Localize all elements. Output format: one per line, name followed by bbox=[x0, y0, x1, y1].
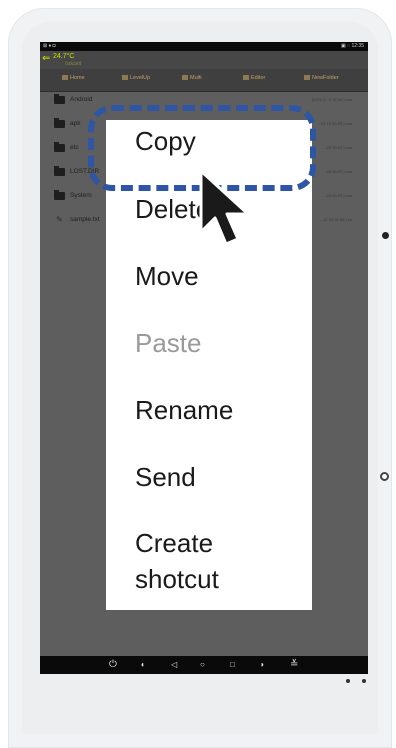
file-name: etc bbox=[70, 144, 79, 151]
file-meta: ...06:48:00 ] drw bbox=[323, 169, 352, 174]
back-icon[interactable]: ⇐ bbox=[42, 54, 52, 64]
pointer-cursor-icon bbox=[199, 169, 250, 246]
toolbar-home-button[interactable]: Home bbox=[62, 75, 85, 81]
toolbar-editor-button[interactable]: Editor bbox=[243, 75, 265, 81]
system-nav-bar: ⏻ ◖ ◁ ○ □ ◗ ≚ bbox=[40, 656, 368, 674]
menu-item-send[interactable]: Send bbox=[135, 460, 196, 494]
level-up-icon bbox=[122, 75, 128, 80]
menu-item-create-shortcut-line2[interactable]: shotcut bbox=[135, 562, 219, 596]
file-meta: [2022-0...9 12:00 ] drw bbox=[311, 97, 352, 102]
toolbar: Home LevelUp Multi Editor NewFolder bbox=[40, 69, 368, 92]
file-name: Android bbox=[70, 96, 93, 103]
home-nav-icon[interactable]: ○ bbox=[200, 659, 205, 671]
menu-item-create-shortcut-line1[interactable]: Create bbox=[135, 526, 213, 560]
toolbar-levelup-button[interactable]: LevelUp bbox=[122, 75, 150, 81]
back-nav-icon[interactable]: ◁ bbox=[171, 659, 177, 671]
current-path: /sdcard bbox=[65, 61, 82, 67]
camera-dot bbox=[382, 232, 389, 239]
file-meta: ...21 09:31:06 ] rw bbox=[319, 217, 352, 222]
menu-item-move[interactable]: Move bbox=[135, 259, 199, 293]
folder-icon bbox=[54, 190, 65, 200]
editor-icon bbox=[243, 75, 249, 80]
temperature-readout: 24.7°C bbox=[53, 53, 75, 60]
volume-down-icon[interactable]: ◖ bbox=[140, 659, 145, 671]
recents-icon[interactable]: □ bbox=[230, 659, 235, 671]
collapse-icon[interactable]: ≚ bbox=[290, 659, 298, 671]
status-bar: ⊠ ♦ ◘ ▣ ◌ 12:35 bbox=[40, 42, 368, 51]
folder-icon bbox=[54, 94, 65, 104]
home-icon bbox=[62, 75, 68, 80]
file-meta: ...20:09:29 ] drw bbox=[323, 193, 352, 198]
folder-icon bbox=[54, 118, 65, 128]
multi-select-icon bbox=[182, 75, 188, 80]
menu-item-rename[interactable]: Rename bbox=[135, 393, 233, 427]
toolbar-multi-button[interactable]: Multi bbox=[182, 75, 202, 81]
volume-up-icon[interactable]: ◗ bbox=[260, 659, 265, 671]
status-clock: ▣ ◌ 12:35 bbox=[341, 43, 364, 49]
file-name: apk bbox=[70, 120, 81, 127]
menu-item-paste: Paste bbox=[135, 328, 202, 358]
file-name: sample.txt bbox=[70, 216, 100, 223]
file-meta: ...03 10:43:28 ] drw bbox=[317, 121, 352, 126]
text-file-icon: ✎ bbox=[56, 215, 63, 224]
file-name: System bbox=[70, 192, 92, 199]
title-bar: ⇐ 24.7°C /sdcard bbox=[40, 51, 368, 69]
status-icons-left: ⊠ ♦ ◘ bbox=[43, 43, 56, 49]
file-meta: ...20 20:22 ] drw bbox=[323, 145, 352, 150]
sensor-dot-2 bbox=[362, 679, 366, 683]
folder-icon bbox=[54, 142, 65, 152]
sensor-dot-1 bbox=[346, 679, 350, 683]
toolbar-newfolder-button[interactable]: NewFolder bbox=[304, 75, 339, 81]
new-folder-icon bbox=[304, 75, 310, 80]
folder-icon bbox=[54, 166, 65, 176]
side-button[interactable] bbox=[380, 472, 389, 481]
power-icon[interactable]: ⏻ bbox=[109, 659, 117, 671]
